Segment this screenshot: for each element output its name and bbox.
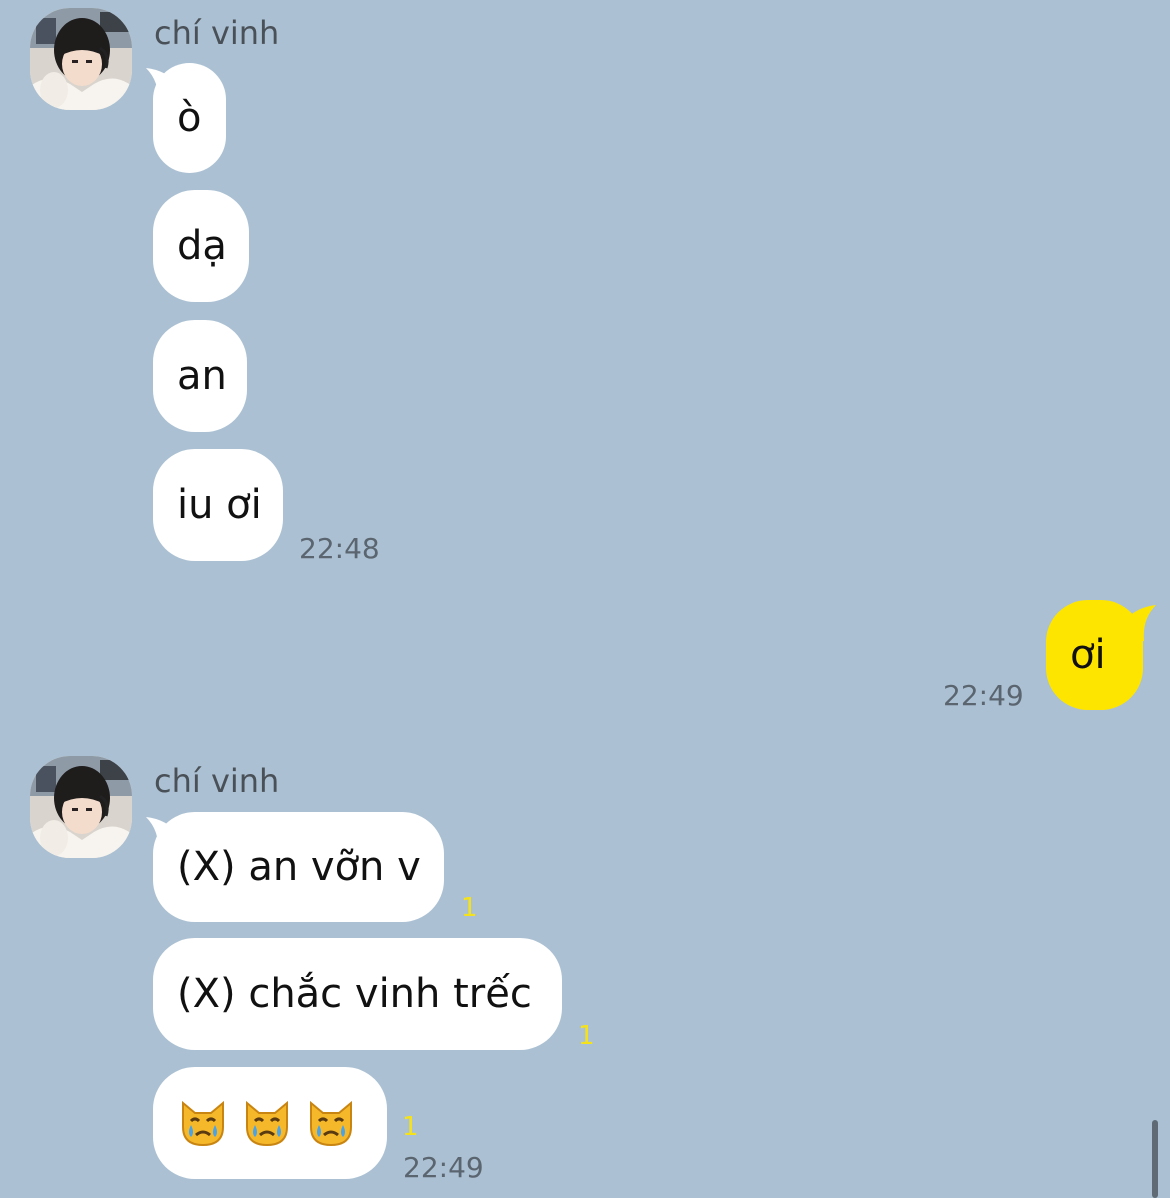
message-bubble[interactable] [153, 1067, 387, 1179]
message-bubble[interactable]: (X) chắc vinh trếc [153, 938, 562, 1050]
sender-avatar[interactable] [30, 8, 132, 110]
crying-cat-face-icon [246, 1100, 288, 1147]
message-text: ơi [1070, 632, 1106, 678]
scrollbar[interactable] [1152, 1120, 1158, 1198]
sender-avatar[interactable] [30, 756, 132, 858]
message-timestamp: 22:49 [943, 679, 1024, 712]
message-bubble[interactable]: ò [153, 63, 226, 173]
message-text: dạ [177, 223, 227, 269]
message-timestamp: 22:48 [299, 532, 380, 565]
crying-cat-face-icon [182, 1100, 224, 1147]
message-text: (X) an vỡn v [177, 844, 421, 890]
message-text: ò [177, 95, 202, 141]
crying-cat-face-icon [310, 1100, 352, 1147]
message-timestamp: 22:49 [403, 1151, 484, 1184]
avatar-photo-icon [30, 756, 132, 858]
emoji-message [177, 1097, 357, 1149]
message-text: an [177, 353, 227, 399]
sender-name: chí vinh [154, 14, 280, 52]
message-bubble[interactable]: dạ [153, 190, 249, 302]
message-bubble[interactable]: (X) an vỡn v [153, 812, 444, 922]
my-bubble-tail [1122, 605, 1156, 641]
message-bubble[interactable]: iu ơi [153, 449, 283, 561]
message-text: (X) chắc vinh trếc [177, 971, 532, 1017]
message-text: iu ơi [177, 482, 262, 528]
sender-name: chí vinh [154, 762, 280, 800]
unread-count: 1 [578, 1021, 595, 1051]
unread-count: 1 [461, 893, 478, 923]
unread-count: 1 [402, 1112, 419, 1142]
message-bubble[interactable]: an [153, 320, 247, 432]
avatar-photo-icon [30, 8, 132, 110]
